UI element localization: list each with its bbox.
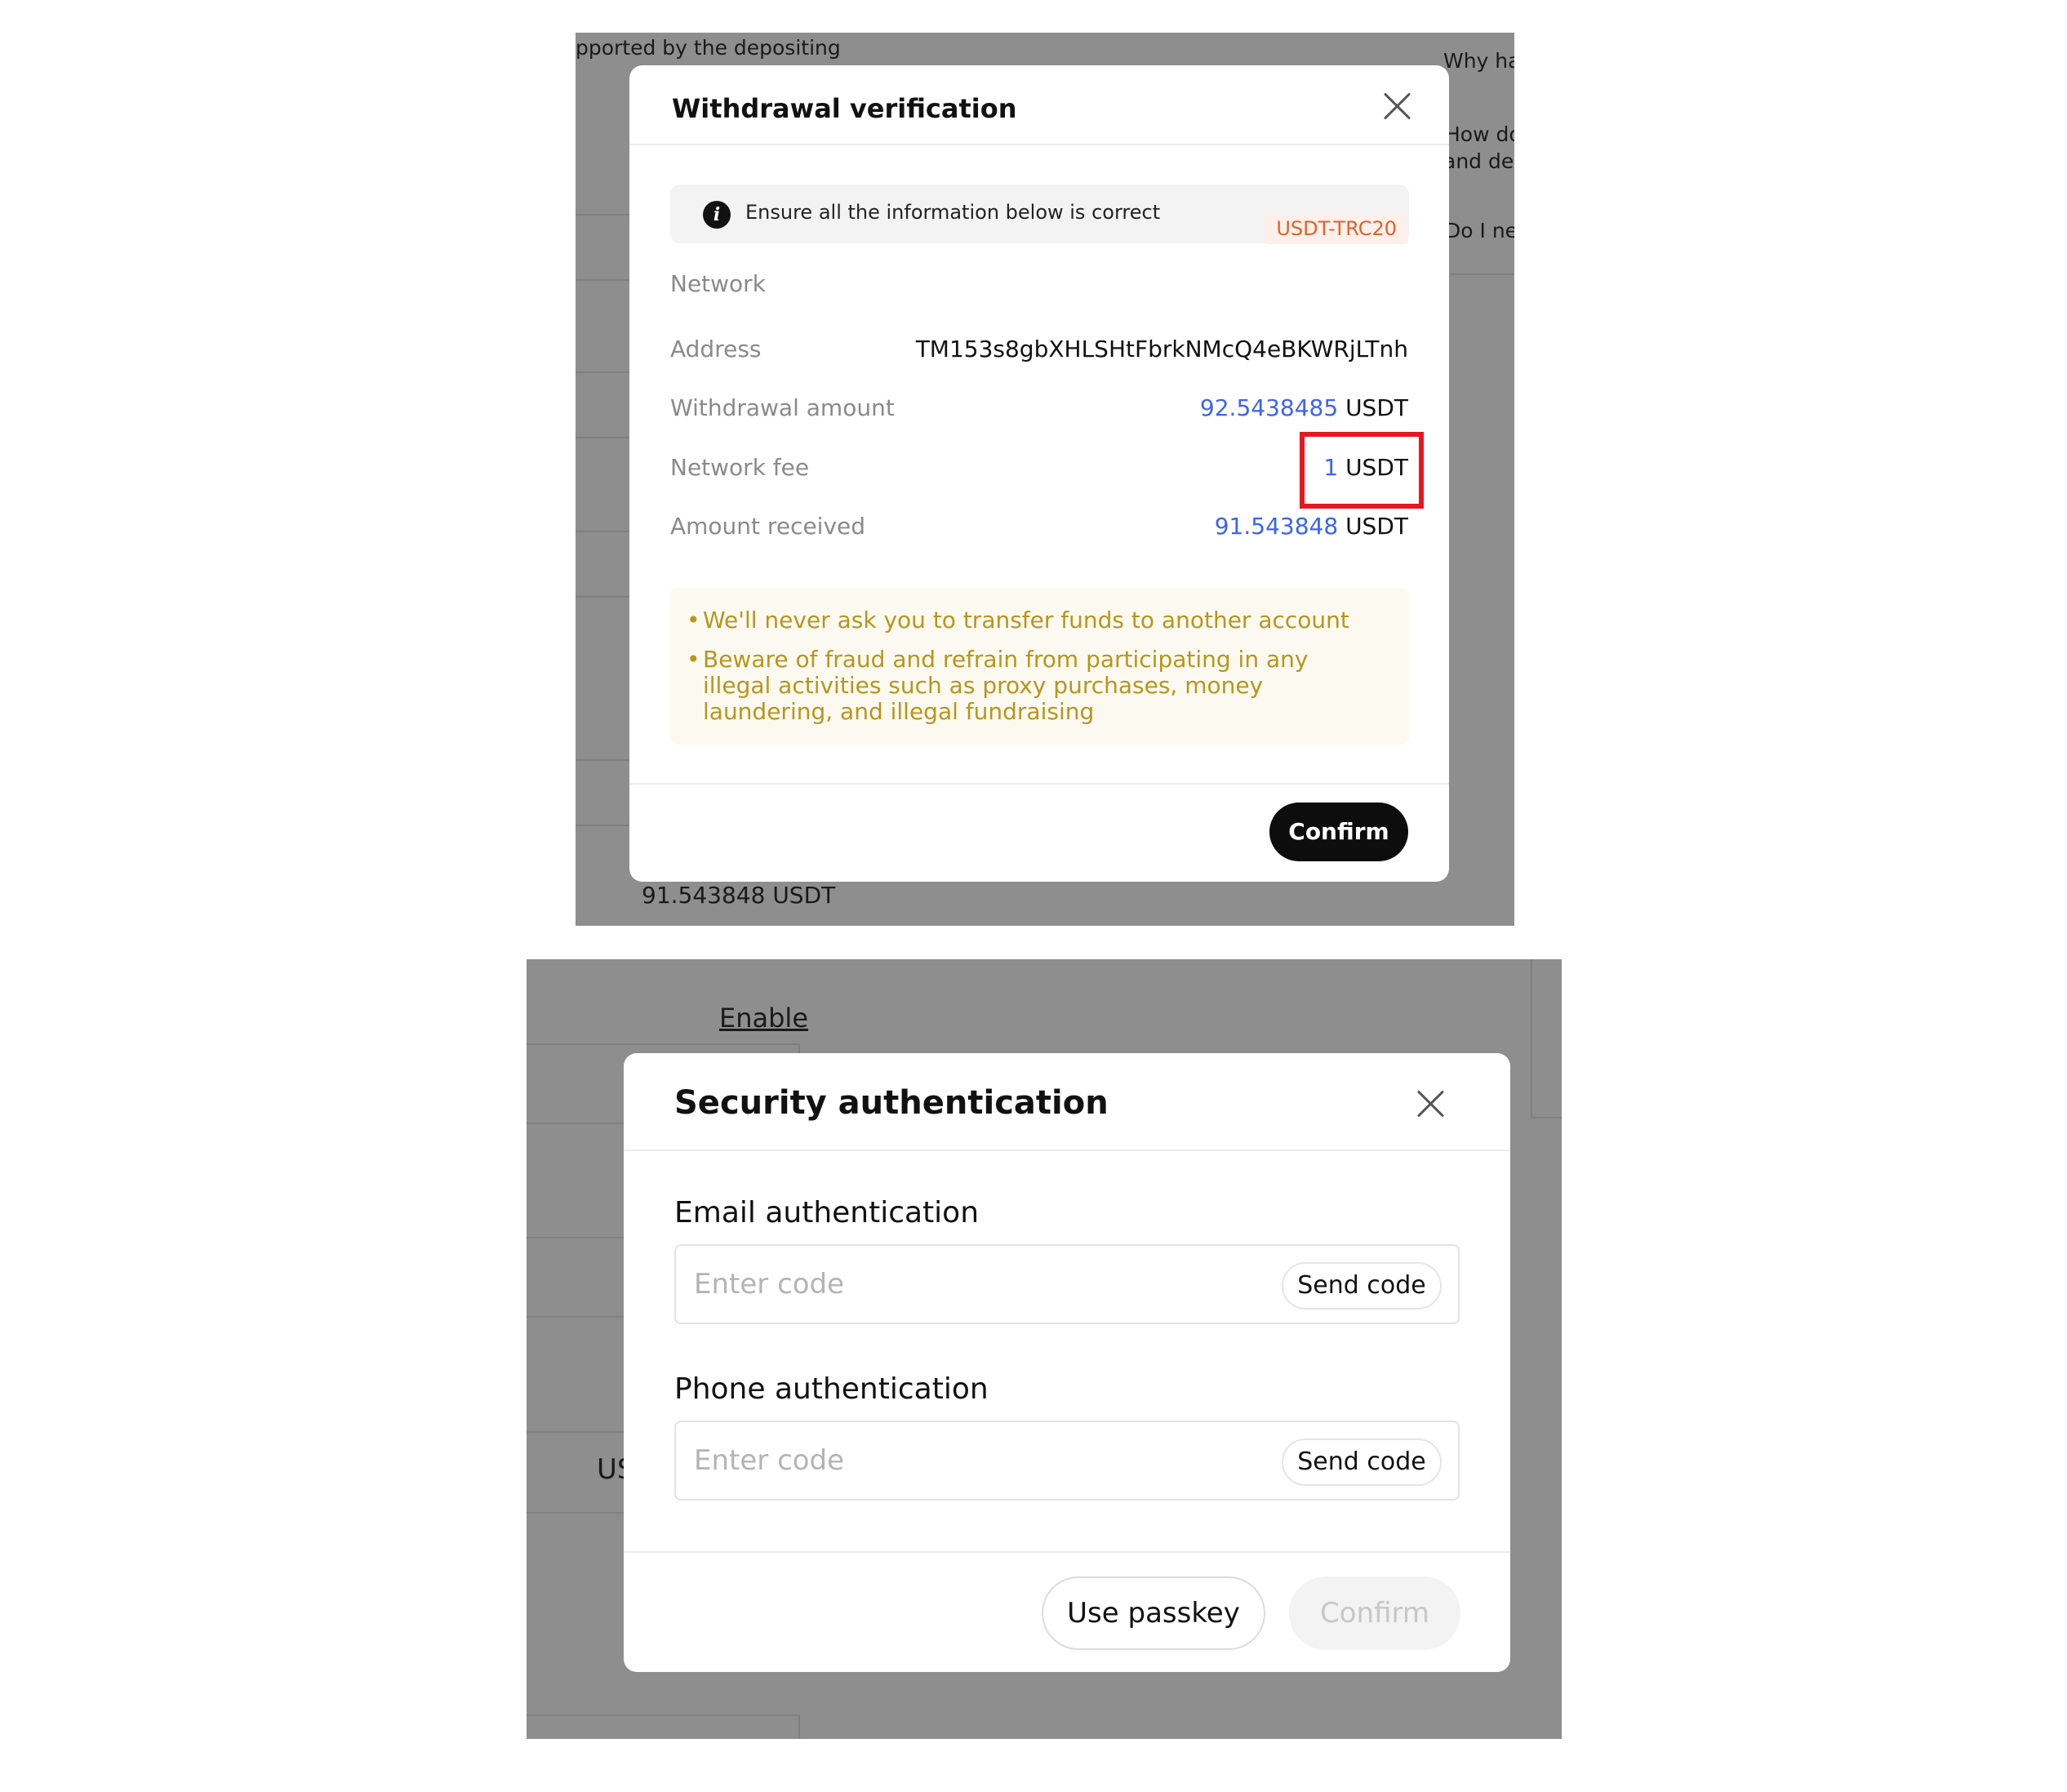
phone-send-code-button[interactable]: Send code	[1282, 1438, 1442, 1486]
background-divider	[576, 825, 629, 826]
close-icon[interactable]	[1380, 90, 1413, 122]
background-divider	[527, 1714, 800, 1716]
info-banner-text: Ensure all the information below is corr…	[745, 201, 1161, 224]
background-received-total: 91.543848 USDT	[642, 882, 836, 909]
background-divider	[576, 371, 629, 373]
background-divider	[1531, 1117, 1562, 1118]
withdrawal-amount-label: Withdrawal amount	[670, 394, 895, 421]
network-value: USDT-TRC20	[1265, 213, 1408, 244]
enable-link[interactable]: Enable	[719, 1003, 808, 1034]
footer-divider	[624, 1551, 1510, 1553]
background-faq-item: and dep	[1443, 149, 1514, 173]
phone-authentication-label: Phone authentication	[674, 1372, 989, 1406]
background-divider	[576, 437, 629, 438]
warning-bullet: •	[687, 607, 700, 634]
network-fee-highlight	[1300, 432, 1424, 509]
close-icon[interactable]	[1414, 1087, 1447, 1120]
header-divider	[629, 144, 1449, 145]
address-value: TM153s8gbXHLSHtFbrkNMcQ4eBKWRjLTnh	[915, 336, 1408, 362]
background-divider	[576, 279, 629, 281]
background-divider	[798, 1714, 800, 1739]
background-faq-item[interactable]: Why ha	[1443, 49, 1514, 73]
amount-received-label: Amount received	[670, 513, 866, 540]
warning-text: We'll never ask you to transfer funds to…	[703, 607, 1349, 634]
withdrawal-amount-number: 92.5438485	[1199, 394, 1339, 421]
background-divider	[576, 531, 629, 532]
footer-divider	[629, 783, 1449, 785]
withdrawal-amount-unit: USDT	[1345, 394, 1408, 421]
use-passkey-button[interactable]: Use passkey	[1042, 1576, 1265, 1650]
warning-bullet: •	[687, 646, 700, 673]
amount-received-value: 91.543848 USDT	[1215, 513, 1408, 540]
confirm-button-disabled[interactable]: Confirm	[1289, 1576, 1460, 1650]
background-faq-item[interactable]: Do I nee	[1445, 219, 1514, 242]
phone-code-input[interactable]	[694, 1440, 1184, 1481]
warning-item: • We'll never ask you to transfer funds …	[687, 607, 1372, 634]
amount-received-number: 91.543848	[1214, 513, 1339, 540]
background-divider	[1531, 959, 1532, 1118]
confirm-button[interactable]: Confirm	[1269, 803, 1408, 861]
background-divider	[576, 596, 629, 598]
dialog-title: Withdrawal verification	[672, 93, 1017, 124]
security-authentication-dialog: Security authentication Email authentica…	[624, 1053, 1510, 1672]
email-authentication-label: Email authentication	[674, 1196, 980, 1229]
background-divider	[527, 1316, 624, 1318]
background-divider	[1449, 273, 1514, 275]
email-send-code-button[interactable]: Send code	[1282, 1262, 1442, 1310]
background-divider	[576, 214, 629, 216]
warning-item: • Beware of fraud and refrain from parti…	[687, 647, 1372, 725]
withdrawal-amount-value: 92.5438485 USDT	[1200, 394, 1408, 421]
background-depositing-note: pported by the depositing	[576, 36, 841, 60]
background-divider	[527, 1431, 624, 1433]
info-icon: i	[703, 201, 731, 229]
amount-received-unit: USDT	[1345, 513, 1408, 540]
network-fee-label: Network fee	[670, 454, 810, 481]
address-label: Address	[670, 336, 762, 362]
background-divider	[527, 1043, 800, 1045]
security-screenshot-panel: Enable US Security authentication Email …	[527, 959, 1562, 1739]
email-code-field: Send code	[674, 1244, 1460, 1324]
background-divider	[527, 1123, 624, 1124]
network-label: Network	[670, 270, 766, 297]
background-divider	[527, 1512, 624, 1514]
fraud-warning-box: • We'll never ask you to transfer funds …	[670, 588, 1409, 745]
background-divider	[527, 1237, 624, 1238]
phone-code-field: Send code	[674, 1421, 1460, 1501]
background-divider	[576, 759, 629, 761]
background-faq-item[interactable]: How do	[1445, 122, 1514, 146]
warning-text: Beware of fraud and refrain from partici…	[703, 646, 1309, 725]
network-badge: USDT-TRC20	[1265, 213, 1408, 244]
header-divider	[624, 1149, 1510, 1151]
email-code-input[interactable]	[694, 1264, 1184, 1305]
dialog-title: Security authentication	[674, 1084, 1109, 1122]
